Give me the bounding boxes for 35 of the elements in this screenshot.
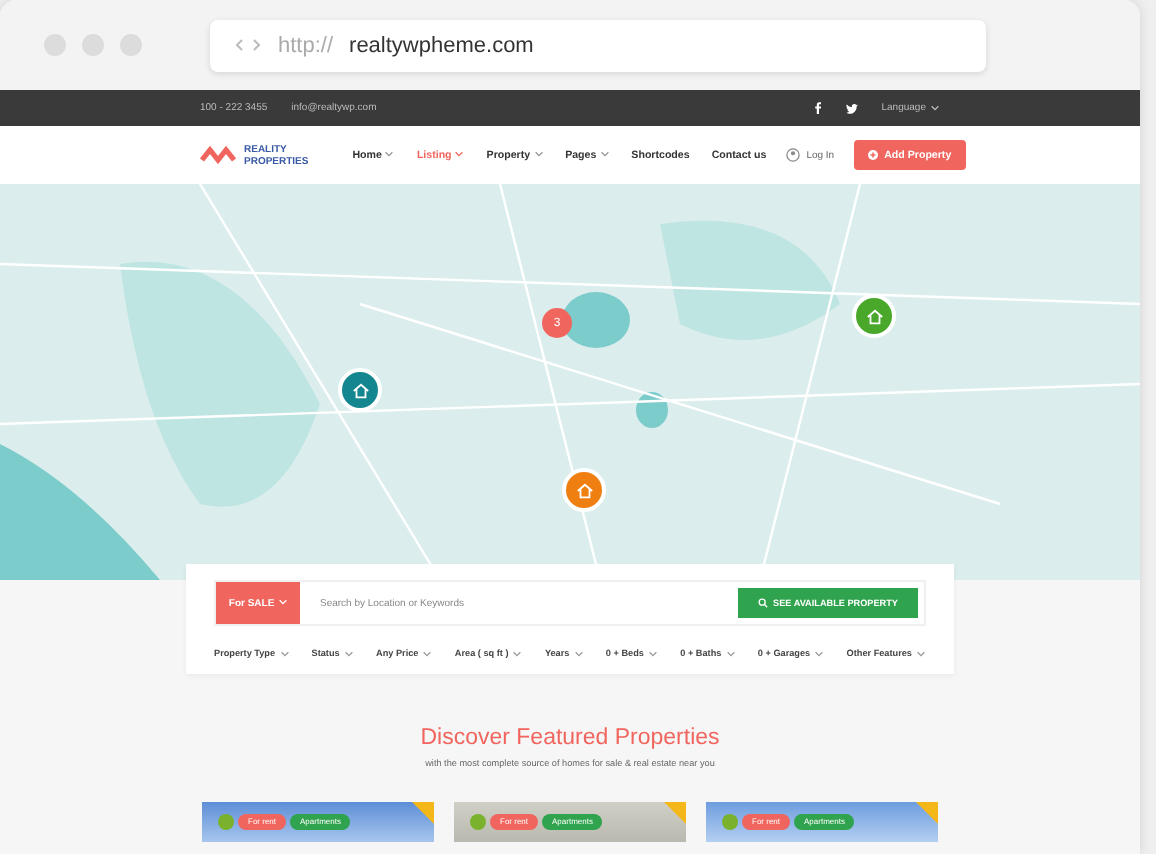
map-pin[interactable] <box>852 294 896 338</box>
chevron-icon <box>533 149 544 157</box>
chevron-icon <box>725 649 736 657</box>
agent-avatar <box>722 814 738 830</box>
chevron-icon <box>573 649 584 657</box>
plus-icon <box>868 150 879 160</box>
chevron-icon <box>814 649 825 657</box>
user-icon <box>786 148 801 162</box>
agent-avatar <box>470 814 486 830</box>
twitter-icon[interactable] <box>845 103 858 113</box>
facebook-icon[interactable] <box>813 102 822 114</box>
map-pin[interactable] <box>338 368 382 412</box>
chevron-icon <box>343 649 354 657</box>
chevron-icon <box>915 649 926 657</box>
map-pin[interactable] <box>562 468 606 512</box>
chevron-icon <box>277 597 288 605</box>
house-icon <box>351 381 369 399</box>
url-protocol: http:// <box>278 33 334 57</box>
chevron-icon <box>599 149 610 157</box>
logo-icon <box>200 143 236 167</box>
search-icon <box>757 598 768 608</box>
url-domain: realtywpheme.com <box>349 33 534 57</box>
chevron-icon <box>384 149 395 157</box>
chevron-icon <box>422 649 433 657</box>
house-icon <box>865 307 883 325</box>
chevron-icon <box>454 149 465 157</box>
chevron-icon <box>930 104 940 112</box>
chevron-icon <box>512 649 523 657</box>
house-icon <box>575 481 593 499</box>
chevron-icon <box>279 649 290 657</box>
featured-corner <box>916 802 938 824</box>
address-bar[interactable]: http:// realtywpheme.com <box>210 19 986 71</box>
agent-avatar <box>218 814 234 830</box>
section-title: Discover Featured Properties <box>420 726 720 750</box>
chevron-icon <box>647 649 658 657</box>
